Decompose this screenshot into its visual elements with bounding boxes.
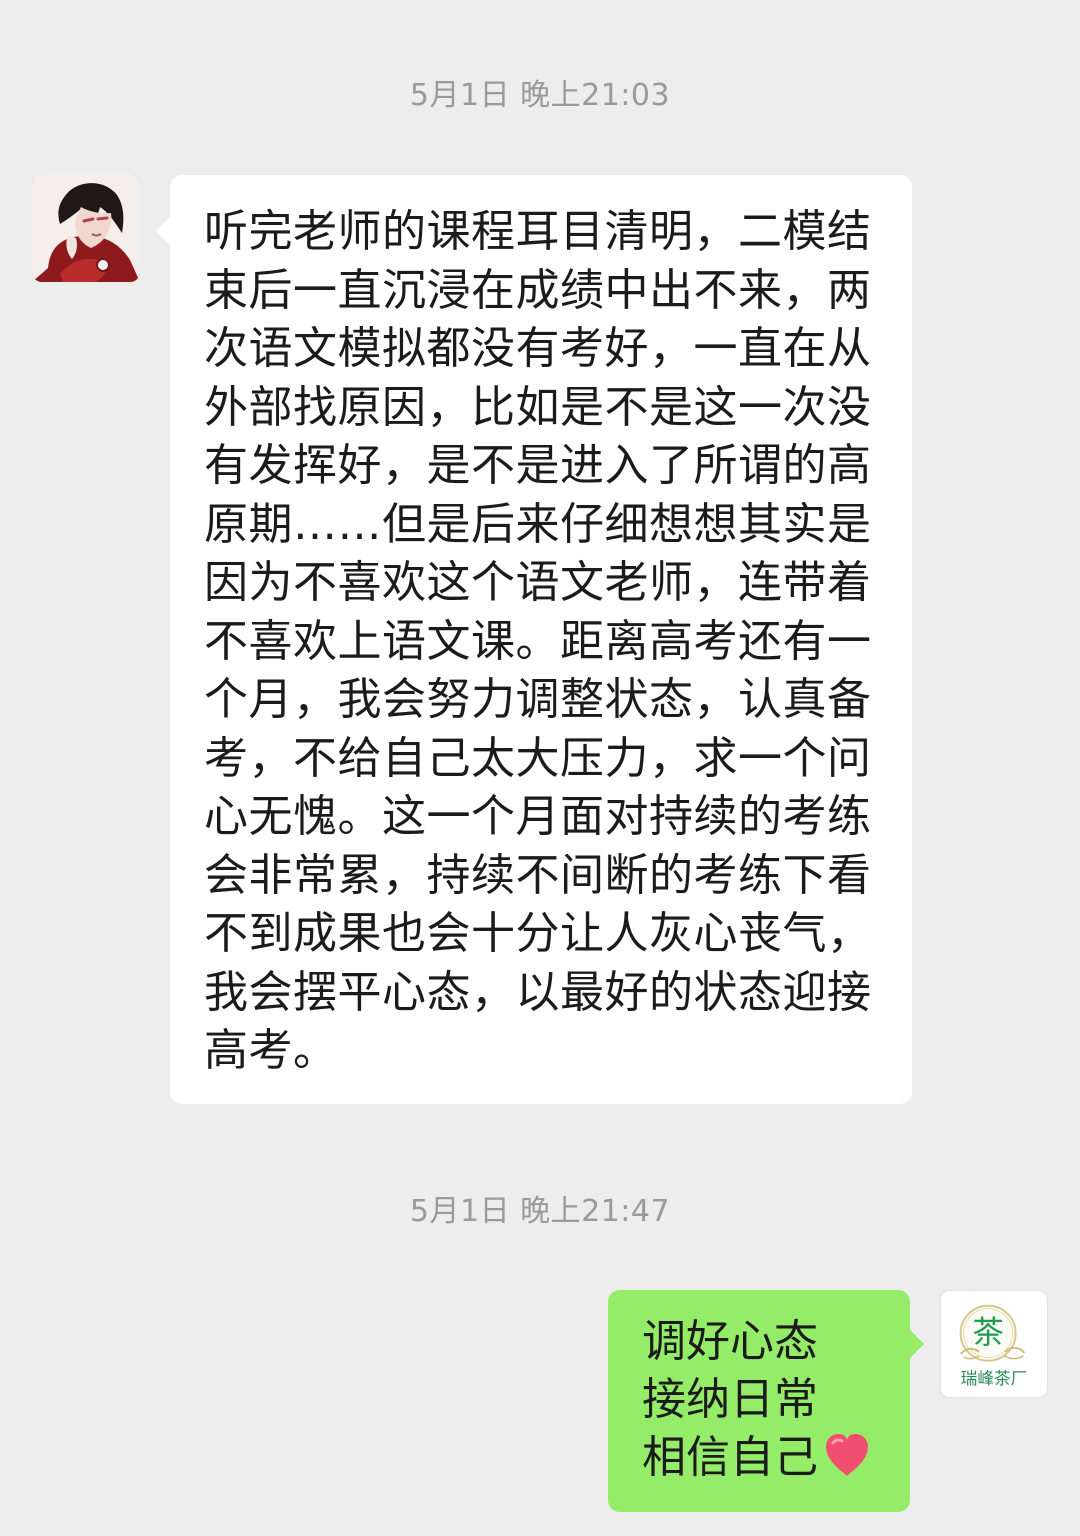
contact-avatar[interactable] [32,174,140,282]
heart-icon [826,1434,868,1476]
message-timestamp: 5月1日 晚上21:47 [409,1194,671,1229]
message-line: 相信自己 [642,1432,818,1483]
message-timestamp: 5月1日 晚上21:03 [409,78,671,113]
received-message-bubble[interactable]: 听完老师的课程耳目清明，二模结束后一直沉浸在成绩中出不来，两次语文模拟都没有考好… [156,175,912,1104]
self-avatar[interactable]: 茶 瑞峰茶厂 [940,1290,1048,1398]
sent-message-bubble[interactable]: 调好心态 接纳日常 相信自己 [608,1290,924,1512]
message-line: 调好心态 [642,1316,818,1367]
chat-window: 5月1日 晚上21:03 听完老师的课程耳目清明，二模结束后一直沉浸在成绩中出不… [0,0,1080,1536]
brand-name: 瑞峰茶厂 [961,1369,1028,1388]
tea-logo-text: 茶 [972,1315,1003,1351]
message-line: 接纳日常 [642,1374,818,1425]
message-line-container: 相信自己 [642,1429,888,1487]
